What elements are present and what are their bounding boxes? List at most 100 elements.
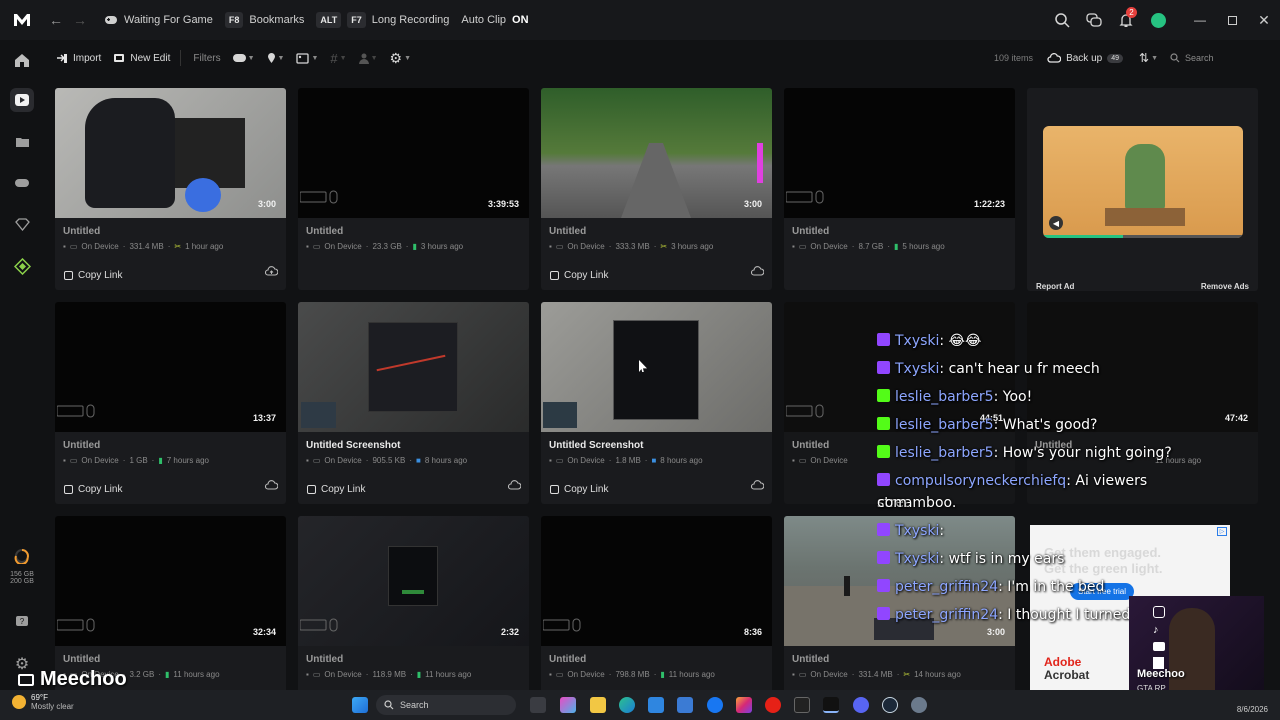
copy-link-button[interactable]: Copy Link	[550, 270, 608, 281]
chat-text: What's good?	[1002, 417, 1098, 433]
clip-title[interactable]: Untitled	[549, 226, 764, 237]
auto-clip-toggle[interactable]: Auto Clip ON	[461, 14, 528, 26]
clip-thumbnail[interactable]: 3:00	[541, 88, 772, 218]
youtube-icon[interactable]	[765, 697, 781, 713]
kick-icon	[877, 389, 890, 402]
clip-thumbnail[interactable]: 8:36	[541, 516, 772, 646]
clip-title[interactable]: Untitled	[63, 654, 278, 665]
clip-title[interactable]: Untitled	[792, 226, 1007, 237]
sort-dropdown[interactable]: ⇅ ▼	[1139, 51, 1158, 65]
discord-icon[interactable]	[853, 697, 869, 713]
upload-cloud-icon[interactable]	[750, 263, 765, 281]
clip-card[interactable]: 3:00 Untitled ▪ ▭ On Device · 331.4 MB · ✂ 1 ho…	[55, 88, 286, 290]
search-input[interactable]: Search	[1185, 53, 1214, 63]
report-ad-link[interactable]: Report Ad	[1036, 282, 1074, 291]
screenshot-thumbnail[interactable]	[298, 302, 529, 432]
clip-title[interactable]: Untitled	[63, 226, 278, 237]
storage-meter[interactable]: 156 GB 200 GB	[0, 548, 44, 585]
steam-icon[interactable]	[882, 697, 898, 713]
clip-card[interactable]: 13:37 Untitled ▪ ▭ On Device · 1 GB · ▮ 7 hours…	[55, 302, 286, 504]
medal-logo-icon[interactable]	[0, 0, 44, 40]
notifications-bell-icon[interactable]: 2	[1110, 0, 1142, 40]
bookmarks-shortcut[interactable]: F8 Bookmarks	[224, 12, 304, 28]
anthropic-app-icon[interactable]	[794, 697, 810, 713]
home-icon[interactable]	[10, 48, 34, 72]
clip-title[interactable]: Untitled	[306, 226, 521, 237]
forward-arrow-icon[interactable]: →	[68, 8, 92, 32]
clip-time: 1 hour ago	[185, 242, 224, 251]
close-icon[interactable]: ✕	[1248, 0, 1280, 40]
clip-card[interactable]: 3:39:53 Untitled ▪ ▭ On Device · 23.3 GB · ▮ 3 …	[298, 88, 529, 290]
premium-icon[interactable]	[10, 254, 34, 278]
copy-link-button[interactable]: Copy Link	[550, 484, 608, 495]
clip-thumbnail[interactable]: 32:34	[55, 516, 286, 646]
copy-link-button[interactable]: Copy Link	[307, 484, 365, 495]
upload-cloud-icon[interactable]	[264, 477, 279, 495]
clip-thumbnail[interactable]: 3:00	[55, 88, 286, 218]
copy-link-button[interactable]: Copy Link	[64, 270, 122, 281]
import-button[interactable]: Import	[56, 53, 101, 64]
diamond-icon[interactable]	[10, 212, 34, 236]
folder-icon[interactable]	[10, 130, 34, 154]
clip-thumbnail[interactable]: 1:22:23	[784, 88, 1015, 218]
ad-video[interactable]: ◀	[1043, 126, 1243, 238]
task-view-icon[interactable]	[530, 697, 546, 713]
weather-widget[interactable]: 69°F Mostly clear	[12, 693, 74, 711]
game-filter-dropdown[interactable]: ▼	[232, 54, 255, 62]
settings-app-icon[interactable]	[911, 697, 927, 713]
upload-cloud-icon[interactable]	[507, 477, 522, 495]
new-edit-button[interactable]: New Edit	[113, 53, 170, 64]
library-search[interactable]: Search	[1170, 53, 1280, 63]
user-avatar[interactable]	[1142, 0, 1174, 40]
person-filter-dropdown[interactable]: ▼	[358, 53, 378, 64]
clip-thumbnail[interactable]: 3:39:53	[298, 88, 529, 218]
medal-taskbar-icon[interactable]	[823, 697, 839, 713]
help-icon[interactable]: ?	[10, 610, 34, 634]
clip-card[interactable]: 3:00 Untitled ▪ ▭ On Device · 333.3 MB · ✂ 3 ho…	[541, 88, 772, 290]
taskbar-search[interactable]: Search	[376, 695, 516, 715]
settings-filter-dropdown[interactable]: ⚙ ▼	[390, 50, 412, 67]
clip-title[interactable]: Untitled	[549, 654, 764, 665]
long-recording-shortcut[interactable]: ALT F7 Long Recording	[316, 12, 449, 28]
backup-button[interactable]: Back up 49	[1047, 53, 1123, 64]
media-type-filter-dropdown[interactable]: ▼	[296, 52, 318, 64]
clip-thumbnail[interactable]: 13:37	[55, 302, 286, 432]
search-icon[interactable]	[1046, 0, 1078, 40]
clip-card[interactable]: 2:32 Untitled ▪ ▭ On Device · 118.9 MB · ▮ 11 h…	[298, 516, 529, 718]
clip-title[interactable]: Untitled Screenshot	[549, 440, 764, 451]
speaker-icon[interactable]: ◀	[1049, 216, 1063, 230]
network-app-icon[interactable]	[677, 697, 693, 713]
store-icon[interactable]	[648, 697, 664, 713]
edge-icon[interactable]	[619, 697, 635, 713]
upload-cloud-icon[interactable]	[264, 263, 279, 281]
clip-card[interactable]: 1:22:23 Untitled ▪ ▭ On Device · 8.7 GB · ▮ 5 h…	[784, 88, 1015, 290]
instagram-icon[interactable]	[736, 697, 752, 713]
back-arrow-icon[interactable]: ←	[44, 8, 68, 32]
clip-title[interactable]: Untitled	[306, 654, 521, 665]
clip-card[interactable]: 8:36 Untitled ▪ ▭ On Device · 798.8 MB · ▮ 11 h…	[541, 516, 772, 718]
clip-title[interactable]: Untitled	[792, 654, 1007, 665]
minimize-icon[interactable]: —	[1184, 0, 1216, 40]
upload-cloud-icon[interactable]	[750, 477, 765, 495]
game-status[interactable]: Waiting For Game	[104, 14, 213, 26]
tag-filter-dropdown[interactable]: # ▼	[330, 51, 346, 66]
facebook-icon[interactable]	[707, 697, 723, 713]
clip-title[interactable]: Untitled Screenshot	[306, 440, 521, 451]
file-explorer-icon[interactable]	[590, 697, 606, 713]
chat-bubbles-icon[interactable]	[1078, 0, 1110, 40]
copilot-icon[interactable]	[560, 697, 576, 713]
screenshot-thumbnail[interactable]	[541, 302, 772, 432]
library-icon[interactable]	[10, 88, 34, 112]
clip-title[interactable]: Untitled	[63, 440, 278, 451]
games-icon[interactable]	[10, 171, 34, 195]
windows-start-icon[interactable]	[352, 697, 368, 713]
location-filter-dropdown[interactable]: ▼	[267, 52, 284, 64]
monitor-icon: ▭	[312, 456, 321, 465]
screenshot-card[interactable]: Untitled Screenshot ▪ ▭ On Device · 1.8 MB · ■…	[541, 302, 772, 504]
maximize-icon[interactable]	[1216, 0, 1248, 40]
clip-thumbnail[interactable]: 2:32	[298, 516, 529, 646]
copy-link-label: Copy Link	[78, 484, 123, 495]
copy-link-button[interactable]: Copy Link	[64, 484, 122, 495]
remove-ads-link[interactable]: Remove Ads	[1201, 282, 1249, 291]
screenshot-card[interactable]: Untitled Screenshot ▪ ▭ On Device · 905.5 KB…	[298, 302, 529, 504]
